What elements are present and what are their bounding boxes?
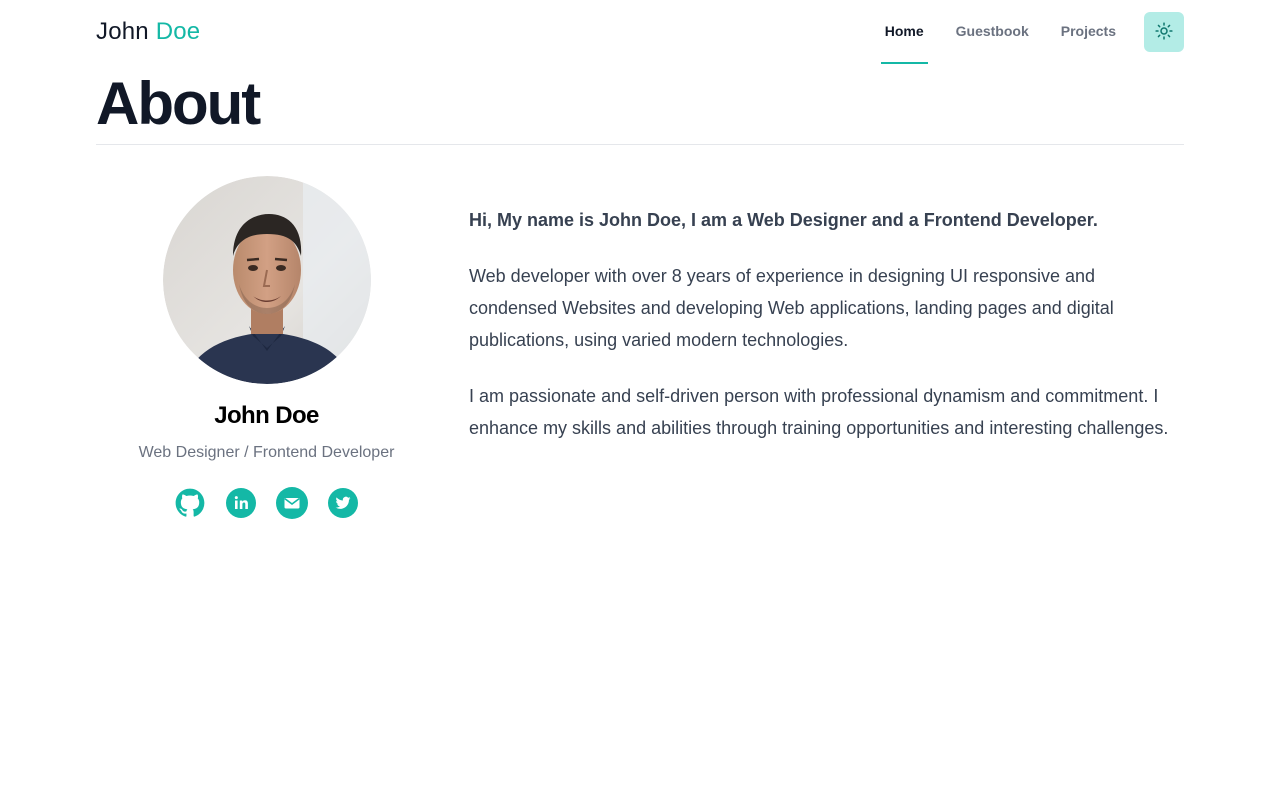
- email-link[interactable]: [276, 486, 308, 520]
- nav-guestbook[interactable]: Guestbook: [952, 0, 1033, 64]
- nav-home[interactable]: Home: [880, 0, 928, 64]
- profile-role: Web Designer / Frontend Developer: [138, 444, 395, 461]
- bio-paragraph: I am passionate and self-driven person w…: [469, 386, 1169, 438]
- twitter-icon: [328, 487, 358, 523]
- twitter-link[interactable]: [328, 487, 358, 523]
- linkedin-link[interactable]: [226, 487, 256, 523]
- sun-icon: [1155, 21, 1173, 43]
- theme-toggle-button[interactable]: [1144, 12, 1184, 52]
- site-header: John Doe Home Guestbook Projects: [96, 0, 1184, 64]
- title-divider: [96, 144, 1184, 145]
- linkedin-icon: [226, 487, 256, 523]
- logo-first-name: John: [96, 18, 149, 45]
- bio-intro: Hi, My name is John Doe, I am a Web Desi…: [469, 210, 1098, 230]
- main-nav: Home Guestbook Projects: [880, 0, 1184, 64]
- social-links: [96, 486, 437, 523]
- site-logo[interactable]: John Doe: [96, 16, 200, 48]
- github-icon: [175, 488, 205, 523]
- bio-paragraph: Web developer with over 8 years of exper…: [469, 266, 1114, 350]
- page-title: About: [96, 70, 261, 137]
- bio-section: Hi, My name is John Doe, I am a Web Desi…: [469, 204, 1184, 468]
- mail-icon: [276, 486, 308, 524]
- github-link[interactable]: [175, 488, 205, 523]
- avatar: [162, 176, 371, 384]
- profile-card: John Doe Web Designer / Frontend Develop…: [96, 176, 437, 520]
- nav-projects[interactable]: Projects: [1057, 0, 1120, 64]
- profile-name: John Doe: [214, 402, 319, 429]
- logo-last-name: Doe: [155, 18, 201, 45]
